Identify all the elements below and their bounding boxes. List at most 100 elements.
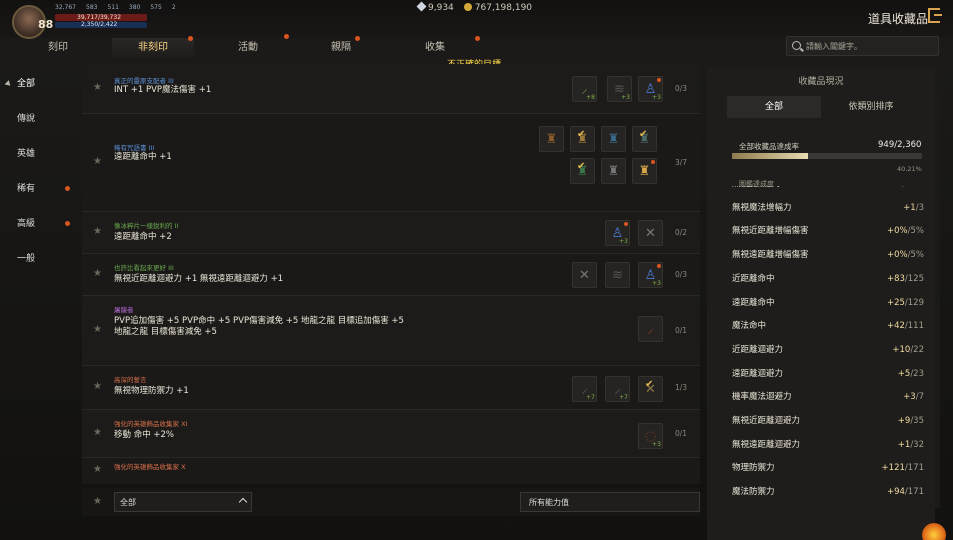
page-title: 道具收藏品 (868, 12, 929, 26)
tab-sort-by-category[interactable]: 依類別排序 (821, 96, 921, 118)
category-tabs: 刻印 非刻印 活動 親隔 收集 (0, 34, 760, 58)
item-slot[interactable]: ♜ ✔ (570, 158, 595, 184)
collection-effect: 遠距離命中 +2 (114, 232, 172, 242)
sidebar-item-3[interactable]: 英雄 (0, 140, 80, 168)
tab-all[interactable]: 全部 (727, 96, 821, 118)
item-slot[interactable]: ♜ ✔ (632, 126, 657, 152)
collection-row[interactable]: ★ 強化的英雄飾品收集家 X (82, 458, 700, 484)
item-slot[interactable]: ⸝ +8 (572, 76, 597, 102)
favorite-star-icon[interactable]: ★ (93, 324, 102, 335)
favorite-star-icon[interactable]: ★ (93, 226, 102, 237)
currency-display: 9,934 767,198,190 (416, 1, 532, 13)
stat-current: +1 (897, 439, 911, 450)
notification-dot (651, 160, 655, 164)
collection-row[interactable]: ★ 稀有咒語書 III 遠距離命中 +1 3/7 ♜ ♜ ✔ ♜ ♜ ✔ ♜ ✔ ♜ ♜ (82, 114, 700, 212)
item-slot[interactable]: ⸝ +7 (605, 376, 630, 402)
stat-value: +1/3 (903, 197, 924, 220)
item-slot[interactable]: ✕ (638, 220, 663, 246)
collection-title: 高深的誓言 (114, 376, 147, 384)
sun-icon[interactable] (922, 523, 946, 540)
item-slot[interactable]: ≋ (605, 262, 630, 288)
item-slot[interactable]: ⸝ (638, 316, 663, 342)
favorite-star-icon[interactable]: ★ (93, 464, 102, 475)
favorite-star-icon[interactable]: ★ (93, 268, 102, 279)
sidebar-item-4[interactable]: 稀有 (0, 175, 80, 203)
item-slot[interactable]: ♙ +3 (638, 262, 663, 288)
favorite-star-icon[interactable]: ★ (93, 427, 102, 438)
sidebar-item-label: 全部 (17, 79, 36, 89)
item-slot[interactable]: ≋ +3 (607, 76, 632, 102)
stat-value: +3/7 (903, 386, 924, 409)
collection-row[interactable]: ★ 真正的靈原支配者 III INT +1 PVP魔法傷害 +1 0/3 ⸝ +8 ≋ +3 ♙… (82, 64, 700, 114)
collection-status-panel: 收藏品現況 全部 依類別排序 全部收藏品達成率 949/2,360 40.21%… (707, 68, 935, 540)
scrollbar[interactable] (935, 68, 940, 508)
collection-row[interactable]: ★ 屠龍者 PVP追加傷害 +5 PVP命中 +5 PVP傷害減免 +5 地龍之龍 … (82, 296, 700, 366)
sidebar-item-6[interactable]: 一般 (0, 245, 80, 273)
tab-4[interactable]: 親隔 (300, 38, 382, 58)
collection-row[interactable]: ★ 也許比看起來更好 III 無視近距離迴避力 +1 無視遠距離迴避力 +1 0/3 ✕… (82, 254, 700, 296)
favorite-star-icon[interactable]: ★ (93, 381, 102, 392)
favorite-star-icon[interactable]: ★ (93, 82, 102, 93)
mp-bar: 2,350/2,422 (55, 22, 147, 28)
completion-rate-value: 949/2,360 (878, 140, 922, 150)
stat-value: 2 (171, 4, 176, 11)
item-slot[interactable]: ⸝ +7 (572, 376, 597, 402)
favorite-star-icon[interactable]: ★ (93, 156, 102, 167)
favorite-filter-icon[interactable]: ★ (93, 496, 102, 507)
stat-name: 無視近距離迴避力 (732, 416, 801, 426)
stat-name: 近距離迴避力 (732, 344, 784, 355)
collection-title: 也許比看起來更好 III (114, 264, 174, 272)
item-icon: ♜ (607, 164, 620, 179)
stat-max: /35 (910, 416, 924, 426)
item-slot[interactable]: ♙ +3 (605, 220, 630, 246)
grade-filter-select[interactable]: 全部 (114, 492, 252, 512)
collection-progress-count: 1/3 (675, 383, 688, 392)
item-slot[interactable]: ♜ (539, 126, 564, 152)
notification-dot (65, 186, 70, 191)
stat-current: +10 (892, 344, 911, 355)
search-input[interactable] (806, 39, 934, 53)
item-slot[interactable]: ♜ (632, 158, 657, 184)
item-slot[interactable]: ♜ (601, 158, 626, 184)
collection-row[interactable]: ★ 強化的英雄飾品收集家 XI 移動 命中 +2% 0/1 ◌ +3 (82, 410, 700, 458)
sidebar-item-1[interactable]: 全部 (0, 70, 80, 98)
sidebar-item-2[interactable]: 傳說 (0, 105, 80, 133)
stat-max: /171 (904, 487, 924, 498)
tab-2[interactable]: 非刻印 (112, 38, 194, 58)
stat-row: 機率魔法迴避力 +3/7 (732, 386, 927, 409)
stat-row: 近距離命中 +83/125 (732, 268, 927, 291)
stat-row: 魔法命中 +42/111 (732, 315, 927, 338)
collection-title: 強化的英雄飾品收集家 X (114, 463, 186, 471)
item-slot[interactable]: ♜ (601, 126, 626, 152)
collection-title: 強化的英雄飾品收集家 XI (114, 420, 188, 428)
tab-3[interactable]: 活動 (210, 38, 286, 58)
player-stats-row: 32,767 583 511 380 575 2 (55, 4, 176, 11)
stat-current: +25 (886, 297, 905, 308)
notification-dot (65, 221, 70, 226)
stat-value: +42/111 (887, 315, 924, 338)
collection-effect: 移動 命中 +2% (114, 430, 175, 440)
item-slot[interactable]: ✕ ✔ (638, 376, 663, 402)
exit-icon[interactable] (928, 8, 942, 23)
item-slot[interactable]: ♜ ✔ (570, 126, 595, 152)
collection-row[interactable]: ★ 高深的誓言 無視物理防禦力 +1 1/3 ⸝ +7 ⸝ +7 ✕ ✔ (82, 366, 700, 410)
stat-max: /5% (907, 226, 924, 237)
sidebar-item-5[interactable]: 高級 (0, 210, 80, 238)
notification-dot (475, 36, 480, 41)
enhance-level: +7 (586, 394, 595, 401)
hp-text: 39,717/39,732 (77, 14, 122, 21)
sidebar-item-label: 傳說 (17, 114, 36, 124)
collection-row[interactable]: ★ 像冰粹片一樣鋭利的 II 遠距離命中 +2 0/2 ♙ +3 ✕ (82, 212, 700, 254)
item-slot[interactable]: ✕ (572, 262, 597, 288)
stat-current: +6% (882, 186, 903, 189)
ability-filter-select[interactable]: 所有能力值 (520, 492, 700, 512)
stat-name: 無視遠距離迴避力 (732, 439, 801, 450)
item-icon: ♜ (545, 132, 558, 147)
search-icon[interactable] (792, 41, 801, 50)
stat-current: +42 (886, 321, 905, 332)
item-slot[interactable]: ♙ +3 (638, 76, 663, 102)
tab-5[interactable]: 收集 (390, 38, 480, 58)
tab-1[interactable]: 刻印 (20, 38, 96, 58)
stat-value: +25/129 (887, 292, 924, 315)
item-slot[interactable]: ◌ +3 (638, 423, 663, 449)
